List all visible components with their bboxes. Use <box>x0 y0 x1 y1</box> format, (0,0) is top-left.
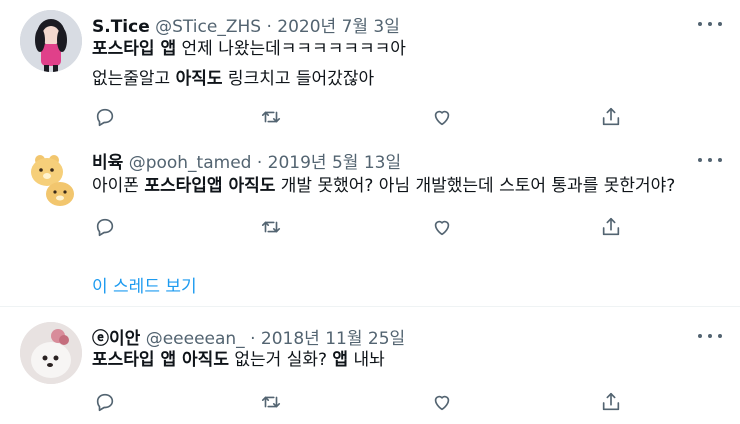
share-icon[interactable] <box>600 106 624 130</box>
tweet-actions <box>92 391 632 415</box>
highlight-text: 포스타입 앱 아직도 <box>92 350 229 370</box>
avatar[interactable] <box>20 148 82 210</box>
show-thread-link[interactable]: 이 스레드 보기 <box>92 272 197 297</box>
like-icon[interactable] <box>431 216 455 240</box>
divider <box>0 306 740 307</box>
tweet-header: 비육 @pooh_tamed · 2019년 5월 13일 <box>92 148 401 173</box>
reply-icon[interactable] <box>94 106 118 130</box>
share-icon[interactable] <box>600 391 624 415</box>
tweet-1[interactable]: S.Tice @STice_ZHS · 2020년 7월 3일 포스타입 앱 언… <box>0 0 740 130</box>
tweet-date[interactable]: 2019년 5월 13일 <box>268 153 401 173</box>
tweet-2[interactable]: 비육 @pooh_tamed · 2019년 5월 13일 아이폰 포스타입앱 … <box>0 140 740 260</box>
text-segment: 개발 못했어? 아님 개발했는데 스토어 통과를 못한거야? <box>275 176 676 196</box>
text-segment: 없는거 실화? <box>228 350 333 370</box>
more-icon[interactable] <box>698 19 722 29</box>
tweet-text: 포스타입 앱 언제 나왔는데ㅋㅋㅋㅋㅋㅋㅋ아 없는줄알고 아직도 링크치고 들어… <box>92 34 406 94</box>
tweet-actions <box>92 106 632 130</box>
tweet-text: 포스타입 앱 아직도 없는거 실화? 앱 내놔 <box>92 345 385 375</box>
text-segment: 링크치고 들어갔잖아 <box>222 69 375 89</box>
reply-icon[interactable] <box>94 216 118 240</box>
author-name[interactable]: 비육 <box>92 153 123 173</box>
more-icon[interactable] <box>698 331 722 341</box>
author-handle[interactable]: @pooh_tamed <box>129 153 252 173</box>
tweet-text: 아이폰 포스타입앱 아직도 개발 못했어? 아님 개발했는데 스토어 통과를 못… <box>92 171 675 201</box>
like-icon[interactable] <box>431 106 455 130</box>
avatar-image <box>20 322 82 384</box>
text-segment: 아이폰 <box>92 176 145 196</box>
avatar[interactable] <box>20 10 82 72</box>
text-segment: 언제 나왔는데ㅋㅋㅋㅋㅋㅋㅋ아 <box>176 39 406 59</box>
highlight-text: 앱 <box>332 350 349 370</box>
tweet-actions <box>92 216 632 240</box>
retweet-icon[interactable] <box>260 391 284 415</box>
highlight-text: 포스타입 앱 <box>92 39 177 59</box>
avatar[interactable] <box>20 322 82 384</box>
separator-dot: · <box>256 153 263 173</box>
tweet-3[interactable]: ⓔ이안 @eeeeean_ · 2018년 11월 25일 포스타입 앱 아직도… <box>0 314 740 424</box>
avatar-image <box>20 148 82 210</box>
retweet-icon[interactable] <box>260 216 284 240</box>
highlight-text: 아직도 <box>175 69 223 89</box>
reply-icon[interactable] <box>94 391 118 415</box>
like-icon[interactable] <box>431 391 455 415</box>
retweet-icon[interactable] <box>260 106 284 130</box>
text-segment: 없는줄알고 <box>92 69 176 89</box>
highlight-text: 포스타입앱 아직도 <box>144 176 276 196</box>
more-icon[interactable] <box>698 155 722 165</box>
share-icon[interactable] <box>600 216 624 240</box>
text-segment: 내놔 <box>348 350 385 370</box>
avatar-image <box>20 10 82 72</box>
